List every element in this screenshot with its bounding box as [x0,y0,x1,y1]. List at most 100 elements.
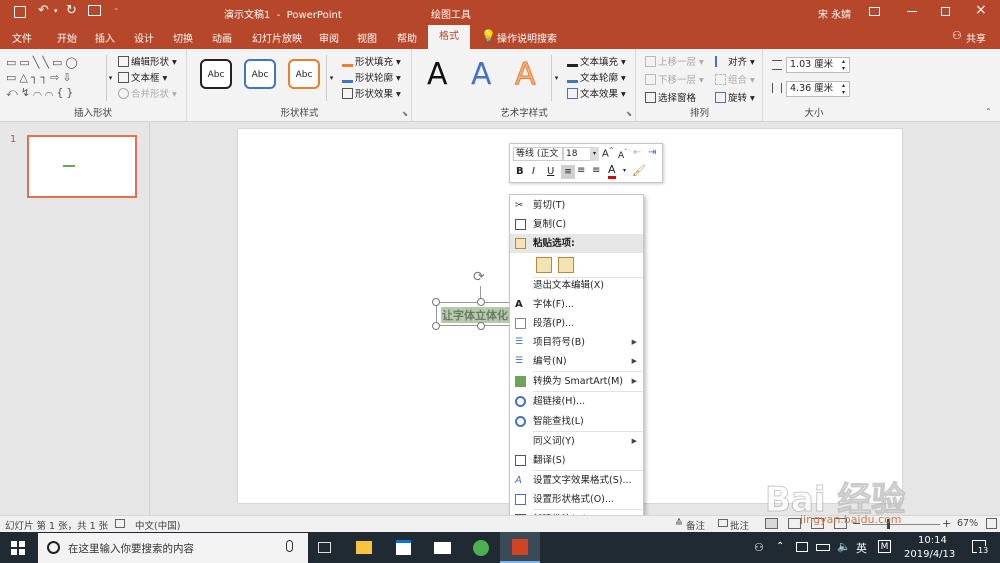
textbox-text[interactable]: 让字体立体化 [441,307,509,323]
tab-design[interactable]: 设计 [134,30,154,45]
decrease-indent-icon[interactable]: ⇤ [633,147,641,158]
volume-icon[interactable]: 🔈 [837,540,851,553]
wordart-styles-more[interactable]: ▾ [551,55,561,101]
language-indicator[interactable]: 中文(中国) [135,518,180,532]
format-painter-icon[interactable]: 🖌 [632,164,646,177]
zoom-in-button[interactable]: + [942,517,951,530]
tab-format[interactable]: 格式 [428,25,470,49]
menu-item-font[interactable]: A 字体(F)... [510,295,643,314]
save-icon[interactable] [14,6,26,18]
menu-item-bullets[interactable]: ☰ 项目符号(B) ▶ [510,333,643,352]
merge-shapes-button[interactable]: 合并形状 ▾ [118,86,177,100]
shrink-font-icon[interactable]: Aˇ [618,149,627,161]
tab-help[interactable]: 帮助 [397,30,417,45]
collapse-ribbon-icon[interactable]: ⌃ [985,107,992,116]
user-name[interactable]: 宋 永婧 [818,6,851,21]
ribbon-display-icon[interactable] [869,7,880,16]
shape-style-blue[interactable]: Abc [244,59,276,89]
taskbar-search-box[interactable]: 在这里输入你要搜索的内容 [38,533,308,563]
tab-slideshow[interactable]: 幻灯片放映 [252,30,302,45]
windows-start-icon[interactable] [11,541,25,555]
menu-item-smartart[interactable]: 转换为 SmartArt(M) ▶ [510,372,643,391]
height-spinner[interactable]: ▴ ▾ [842,58,845,72]
dialog-launcher-icon[interactable]: ⬊ [402,110,408,118]
menu-item-shape-format[interactable]: 设置形状格式(O)... [510,490,643,509]
undo-dropdown-icon[interactable]: ▾ [54,7,58,15]
restore-button[interactable] [941,7,950,16]
text-fill-button[interactable]: 文本填充 ▾ [567,54,626,68]
bring-forward-button[interactable]: 上移一层 ▾ [645,54,704,68]
height-input[interactable]: 1.03 厘米 [786,57,850,73]
task-view-icon[interactable] [318,542,331,553]
font-color-icon[interactable]: A [608,164,616,179]
align-button[interactable]: 对齐 ▾ [715,54,755,68]
present-icon[interactable] [88,5,101,16]
redo-icon[interactable]: ↻ [66,3,77,18]
text-box-button[interactable]: 文本框 ▾ [118,70,167,84]
wordart-style-blue[interactable]: A [471,57,492,92]
menu-item-copy[interactable]: 复制(C) [510,215,643,234]
menu-item-numbering[interactable]: ☰ 编号(N) ▶ [510,352,643,371]
menu-item-smart-lookup[interactable]: 智能查找(L) [510,412,643,431]
tab-home[interactable]: 开始 [57,30,77,45]
people-icon[interactable]: ⚇ [754,541,764,554]
zoom-level[interactable]: 67% [957,518,978,529]
align-center-icon[interactable]: ≡ [577,165,585,176]
undo-icon[interactable]: ↶ [38,3,49,18]
share-button[interactable]: 共享 [966,30,986,45]
width-spinner[interactable]: ▴ ▾ [842,82,845,96]
menu-item-translate[interactable]: 翻译(S) [510,451,643,470]
wordart-style-orange[interactable]: A [515,57,537,93]
file-explorer-icon[interactable] [356,541,372,554]
selection-pane-button[interactable]: 选择窗格 [645,90,696,104]
tab-transitions[interactable]: 切换 [173,30,193,45]
customize-qat-icon[interactable]: ⁼ [114,6,118,15]
clock-time[interactable]: 10:14 [918,535,947,546]
shape-effects-button[interactable]: 形状效果 ▾ [342,86,401,100]
network-icon[interactable] [796,542,808,552]
shape-outline-button[interactable]: 形状轮廓 ▾ [342,70,401,84]
rotate-handle-icon[interactable]: ⟳ [473,269,485,285]
clock-date[interactable]: 2019/4/13 [904,549,955,560]
shape-styles-more[interactable]: ▾ [326,55,336,101]
tray-chevron-icon[interactable]: ⌃ [776,541,784,552]
dialog-launcher-icon[interactable]: ⬊ [626,110,632,118]
tab-file[interactable]: 文件 [12,30,32,45]
group-button[interactable]: 组合 ▾ [715,72,755,86]
tell-me-search[interactable]: 操作说明搜索 [497,30,557,45]
font-color-dropdown[interactable]: ▾ [623,167,626,174]
text-effects-button[interactable]: 文本效果 ▾ [567,86,626,100]
menu-item-text-effects-format[interactable]: A 设置文字效果格式(S)... [510,471,643,490]
grow-font-icon[interactable]: A^ [602,147,614,159]
shape-fill-button[interactable]: 形状填充 ▾ [342,54,401,68]
font-size-dropdown[interactable]: ▾ [590,147,599,161]
ime-indicator[interactable]: 英 [856,540,867,556]
width-input[interactable]: 4.36 厘米 [786,81,850,97]
tab-view[interactable]: 视图 [357,30,377,45]
tab-animations[interactable]: 动画 [212,30,232,45]
rotate-button[interactable]: 旋转 ▾ [715,90,755,104]
tab-review[interactable]: 审阅 [319,30,339,45]
battery-icon[interactable] [816,544,830,551]
wordart-style-black[interactable]: A [427,57,448,92]
spell-check-icon[interactable] [115,519,125,528]
slide-thumbnail[interactable] [27,135,137,198]
send-backward-button[interactable]: 下移一层 ▾ [645,72,704,86]
notes-button[interactable]: 备注 [686,518,705,532]
menu-item-paragraph[interactable]: 段落(P)... [510,314,643,333]
font-name-box[interactable]: 等线 (正文 [513,147,563,161]
shapes-gallery-more[interactable]: ▾ [106,55,114,101]
menu-item-synonyms[interactable]: 同义词(Y) ▶ [510,432,643,451]
menu-item-hyperlink[interactable]: 超链接(H)... [510,392,643,411]
resize-handle[interactable] [477,322,485,330]
underline-button[interactable]: U [547,166,554,177]
microphone-icon[interactable] [286,540,293,552]
edit-shape-button[interactable]: 编辑形状 ▾ [118,54,177,68]
align-left-icon[interactable]: ≡ [561,165,575,179]
close-button[interactable]: × [975,2,987,18]
store-icon[interactable] [396,540,411,555]
resize-handle[interactable] [477,298,485,306]
tab-insert[interactable]: 插入 [95,30,115,45]
text-outline-button[interactable]: 文本轮廓 ▾ [567,70,626,84]
italic-button[interactable]: I [532,166,535,177]
